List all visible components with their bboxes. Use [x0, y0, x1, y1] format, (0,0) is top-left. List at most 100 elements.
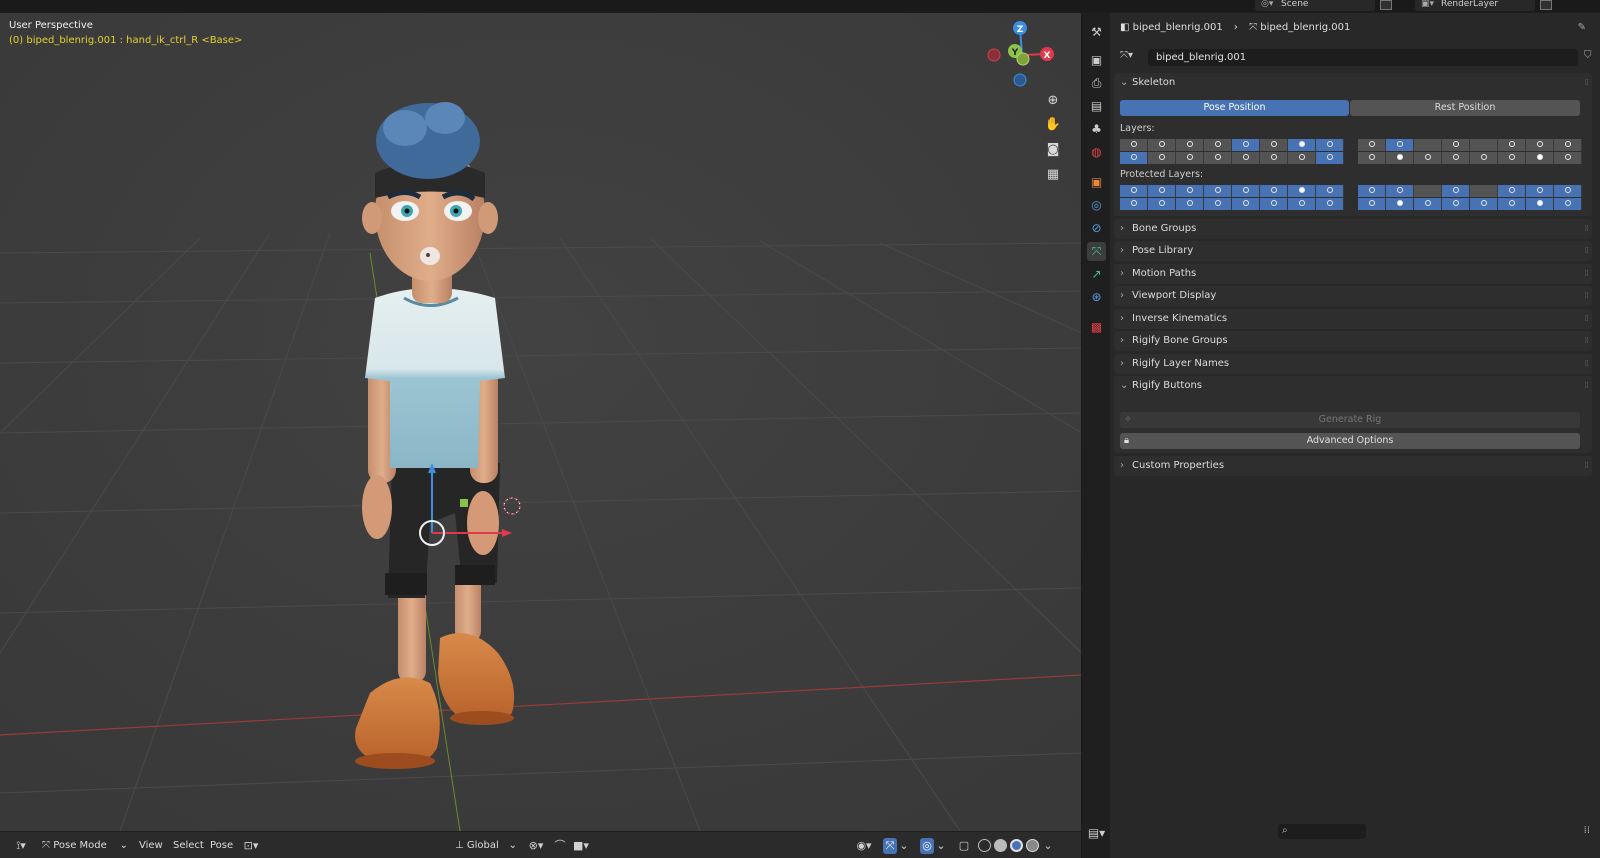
rigify-buttons-header[interactable]: ⌄ Rigify Buttons — [1120, 376, 1202, 396]
layer-toggle[interactable] — [1358, 152, 1386, 164]
viewport-display-panel[interactable]: › Viewport Display ⁞⁞ — [1114, 286, 1592, 306]
layer-toggle[interactable] — [1204, 139, 1232, 151]
layer-toggle[interactable] — [1442, 198, 1470, 210]
advanced-options-button[interactable]: 🔒︎ Advanced Options — [1120, 433, 1580, 449]
armature-data-tab-icon[interactable]: ⤧ — [1087, 242, 1106, 261]
layer-toggle[interactable] — [1260, 185, 1288, 197]
visibility-icon[interactable]: ◉▾ — [852, 838, 876, 854]
layer-toggle[interactable] — [1176, 185, 1204, 197]
rigify-layer-names-panel[interactable]: › Rigify Layer Names ⁞⁞ — [1114, 354, 1592, 374]
tool-tab-icon[interactable]: ⚒ — [1087, 23, 1106, 42]
camera-icon[interactable]: ◙ — [1042, 139, 1064, 161]
chevron-down-icon[interactable]: ⌄ — [1042, 838, 1054, 854]
layer-toggle[interactable] — [1232, 152, 1260, 164]
new-scene-icon[interactable] — [1380, 0, 1392, 10]
perspective-grid-icon[interactable]: ▦ — [1042, 164, 1064, 186]
layer-toggle[interactable] — [1442, 152, 1470, 164]
layer-toggle[interactable] — [1204, 198, 1232, 210]
panel-grip-icon[interactable]: ⁞⁞ — [1584, 314, 1589, 324]
custom-properties-panel[interactable]: › Custom Properties ⁞⁞ — [1114, 456, 1592, 476]
object-constraint-tab-icon[interactable]: ⊘ — [1087, 219, 1106, 238]
pivot-point-icon[interactable]: ⊗▾ — [525, 838, 547, 854]
layer-toggle[interactable] — [1554, 198, 1582, 210]
property-search-input[interactable]: ⌕ — [1278, 824, 1366, 839]
scene-tab-icon[interactable]: ♣ — [1087, 120, 1106, 139]
layers-grid-left[interactable] — [1120, 139, 1344, 164]
motion-paths-panel[interactable]: › Motion Paths ⁞⁞ — [1114, 264, 1592, 284]
layer-toggle[interactable] — [1414, 152, 1442, 164]
options-grip-icon[interactable]: ⁞⁞ — [1584, 825, 1590, 836]
pose-position-button[interactable]: Pose Position — [1120, 100, 1349, 116]
layer-toggle[interactable] — [1232, 185, 1260, 197]
chevron-down-icon[interactable]: ⌄ — [898, 838, 910, 854]
layer-toggle[interactable] — [1442, 185, 1470, 197]
pan-hand-icon[interactable]: ✋ — [1042, 114, 1064, 136]
layer-toggle[interactable] — [1526, 139, 1554, 151]
pose-library-panel[interactable]: › Pose Library ⁞⁞ — [1114, 241, 1592, 261]
layer-toggle[interactable] — [1414, 198, 1442, 210]
layer-toggle[interactable] — [1470, 139, 1498, 151]
render-layer-selector[interactable]: ▣▾ RenderLayer — [1415, 0, 1535, 11]
render-tab-icon[interactable]: ▣ — [1087, 51, 1106, 70]
armature-browse-icon[interactable]: ⤧▾ — [1120, 50, 1133, 61]
layer-toggle[interactable] — [1526, 198, 1554, 210]
scene-selector[interactable]: ◎▾ Scene — [1255, 0, 1375, 11]
layer-toggle[interactable] — [1442, 139, 1470, 151]
panel-grip-icon[interactable]: ⁞⁞ — [1584, 269, 1589, 279]
layer-toggle[interactable] — [1176, 152, 1204, 164]
layer-toggle[interactable] — [1554, 152, 1582, 164]
panel-grip-icon[interactable]: ⁞⁞ — [1584, 246, 1589, 256]
layer-toggle[interactable] — [1204, 185, 1232, 197]
output-tab-icon[interactable]: ⎙ — [1087, 74, 1106, 93]
zoom-icon[interactable]: ⊕ — [1042, 90, 1064, 112]
layer-toggle[interactable] — [1498, 198, 1526, 210]
texture-tab-icon[interactable]: ▩ — [1087, 318, 1106, 337]
layer-toggle[interactable] — [1316, 198, 1344, 210]
panel-grip-icon[interactable]: ⁞⁞ — [1584, 359, 1589, 369]
layer-toggle[interactable] — [1358, 139, 1386, 151]
layer-toggle[interactable] — [1414, 185, 1442, 197]
gizmo-toggle-icon[interactable]: ⤧ — [883, 838, 897, 854]
layer-toggle[interactable] — [1232, 198, 1260, 210]
editor-type-icon[interactable]: ▤▾ — [1087, 824, 1106, 843]
rigify-bone-groups-panel[interactable]: › Rigify Bone Groups ⁞⁞ — [1114, 331, 1592, 351]
layer-toggle[interactable] — [1358, 185, 1386, 197]
layer-toggle[interactable] — [1316, 152, 1344, 164]
layer-toggle[interactable] — [1120, 139, 1148, 151]
fake-user-shield-icon[interactable]: ⛉ — [1584, 50, 1592, 61]
layer-toggle[interactable] — [1176, 139, 1204, 151]
layer-toggle[interactable] — [1288, 198, 1316, 210]
layer-toggle[interactable] — [1414, 139, 1442, 151]
layer-toggle[interactable] — [1386, 198, 1414, 210]
layer-toggle[interactable] — [1288, 185, 1316, 197]
menu-pose[interactable]: Pose — [210, 838, 233, 854]
inverse-kinematics-panel[interactable]: › Inverse Kinematics ⁞⁞ — [1114, 309, 1592, 329]
layer-toggle[interactable] — [1386, 152, 1414, 164]
panel-grip-icon[interactable]: ⁞⁞ — [1584, 224, 1589, 234]
layer-toggle[interactable] — [1498, 139, 1526, 151]
armature-name-field[interactable]: biped_blenrig.001 — [1148, 49, 1578, 66]
breadcrumb-data[interactable]: biped_blenrig.001 — [1260, 22, 1350, 33]
layer-toggle[interactable] — [1288, 152, 1316, 164]
panel-grip-icon[interactable]: ⁞⁞ — [1584, 291, 1589, 301]
layer-toggle[interactable] — [1120, 185, 1148, 197]
layer-toggle[interactable] — [1554, 185, 1582, 197]
chevron-down-icon[interactable]: ⌄ — [935, 838, 947, 854]
layer-toggle[interactable] — [1120, 198, 1148, 210]
3d-viewport[interactable]: User Perspective (0) biped_blenrig.001 :… — [0, 13, 1082, 858]
layers-grid-right[interactable] — [1358, 139, 1582, 164]
physics-tab-icon[interactable]: ◎ — [1087, 196, 1106, 215]
layer-toggle[interactable] — [1470, 198, 1498, 210]
layer-toggle[interactable] — [1470, 185, 1498, 197]
layer-toggle[interactable] — [1470, 152, 1498, 164]
layer-toggle[interactable] — [1386, 139, 1414, 151]
layer-toggle[interactable] — [1260, 152, 1288, 164]
transform-orientation-selector[interactable]: ⊥ Global ⌄ — [455, 838, 517, 854]
wireframe-shading-icon[interactable] — [978, 839, 991, 852]
rendered-shading-icon[interactable] — [1026, 839, 1039, 852]
breadcrumb-object[interactable]: biped_blenrig.001 — [1133, 22, 1223, 33]
menu-view[interactable]: View — [139, 838, 163, 854]
layer-toggle[interactable] — [1176, 198, 1204, 210]
layer-toggle[interactable] — [1288, 139, 1316, 151]
panel-grip-icon[interactable]: ⁞⁞ — [1584, 461, 1589, 471]
